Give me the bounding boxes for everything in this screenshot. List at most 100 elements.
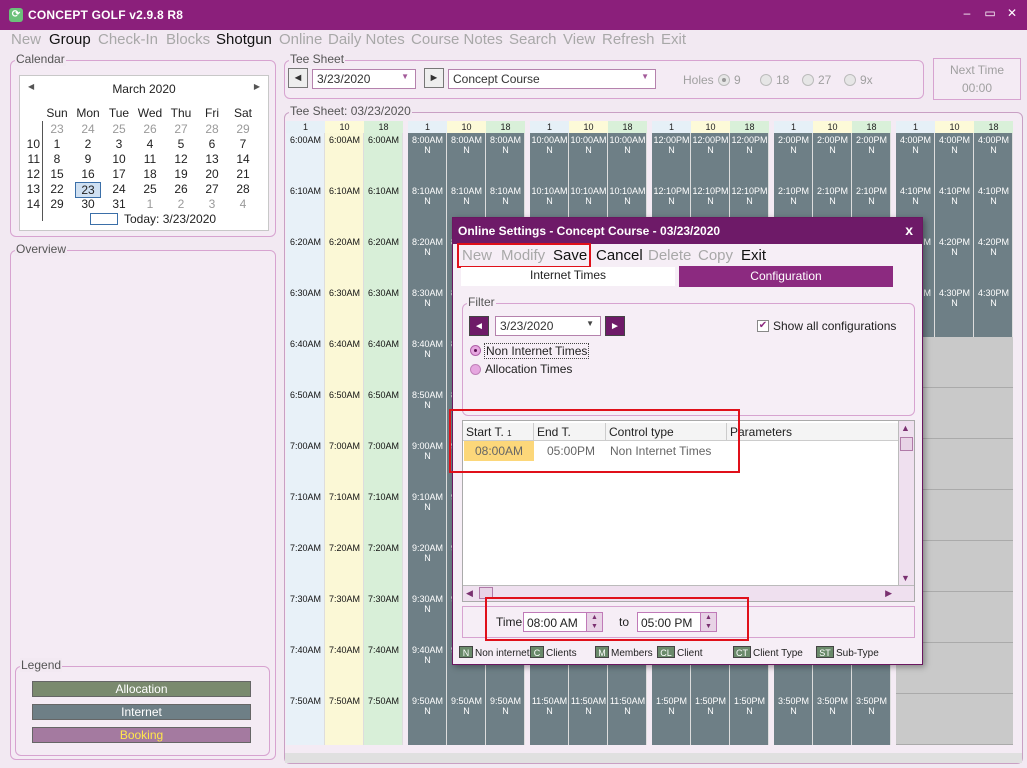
tee-time-slot[interactable]: 6:00AM xyxy=(325,135,364,145)
calendar-day[interactable]: 12 xyxy=(168,152,194,166)
calendar-day[interactable]: 1 xyxy=(137,197,163,211)
calendar-day[interactable]: 1 xyxy=(44,137,70,151)
dialog-copy-button[interactable]: Copy xyxy=(698,247,733,264)
calendar-day[interactable]: 23 xyxy=(44,122,70,136)
tee-time-slot[interactable]: 6:10AM xyxy=(364,186,403,196)
tee-time-slot[interactable]: 9:50AM N xyxy=(447,696,486,716)
calendar-day[interactable]: 25 xyxy=(137,182,163,196)
menu-group[interactable]: Group xyxy=(49,31,91,48)
menu-blocks[interactable]: Blocks xyxy=(166,31,210,48)
tee-time-slot[interactable]: 2:10PM N xyxy=(774,186,813,206)
tee-time-slot[interactable]: 12:10PM N xyxy=(691,186,730,206)
tee-time-slot[interactable]: 10:10AM N xyxy=(608,186,647,206)
tee-time-slot[interactable]: 3:50PM N xyxy=(774,696,813,716)
calendar-day[interactable]: 31 xyxy=(106,197,132,211)
empty-slot[interactable] xyxy=(935,439,974,490)
calendar-day[interactable]: 5 xyxy=(168,137,194,151)
tee-time-slot[interactable]: 6:40AM xyxy=(286,339,325,349)
tee-time-slot[interactable]: 12:00PM N xyxy=(691,135,730,155)
tee-time-slot[interactable]: 7:00AM xyxy=(325,441,364,451)
tee-time-slot[interactable]: 7:10AM xyxy=(325,492,364,502)
tee-time-slot[interactable]: 6:20AM xyxy=(325,237,364,247)
empty-slot[interactable] xyxy=(974,337,1013,388)
calendar-day[interactable]: 28 xyxy=(230,182,256,196)
scroll-thumb[interactable] xyxy=(900,437,913,451)
dialog-delete-button[interactable]: Delete xyxy=(648,247,691,264)
tee-time-slot[interactable]: 9:20AMN xyxy=(408,543,447,563)
tee-time-slot[interactable]: 7:30AM xyxy=(325,594,364,604)
tee-time-slot[interactable]: 9:30AMN xyxy=(408,594,447,614)
tee-time-slot[interactable]: 12:10PM N xyxy=(730,186,769,206)
empty-slot[interactable] xyxy=(974,592,1013,643)
menu-course-notes[interactable]: Course Notes xyxy=(411,31,503,48)
calendar-day[interactable]: 17 xyxy=(106,167,132,181)
calendar-day[interactable]: 25 xyxy=(106,122,132,136)
tee-time-slot[interactable]: 4:10PM N xyxy=(896,186,935,206)
tee-time-slot[interactable]: 2:10PM N xyxy=(852,186,891,206)
tee-time-slot[interactable]: 11:50AM N xyxy=(530,696,569,716)
calendar-day[interactable]: 13 xyxy=(199,152,225,166)
tee-time-slot[interactable]: 4:10PM N xyxy=(935,186,974,206)
tee-time-slot[interactable]: 8:50AMN xyxy=(408,390,447,410)
tee-time-slot[interactable]: 1:50PM N xyxy=(730,696,769,716)
tee-time-slot[interactable]: 2:10PM N xyxy=(813,186,852,206)
calendar-day[interactable]: 6 xyxy=(199,137,225,151)
tee-time-slot[interactable]: 6:40AM xyxy=(364,339,403,349)
menu-new[interactable]: New xyxy=(11,31,41,48)
holes-9x-radio[interactable] xyxy=(844,74,856,86)
calendar-day[interactable]: 26 xyxy=(137,122,163,136)
calendar-day[interactable]: 30 xyxy=(75,197,101,211)
filter-next-day-button[interactable]: ► xyxy=(605,316,625,336)
calendar-day[interactable]: 18 xyxy=(137,167,163,181)
tab-configuration[interactable]: Configuration xyxy=(679,266,893,287)
tee-time-slot[interactable]: 7:10AM xyxy=(286,492,325,502)
holes-9-radio[interactable] xyxy=(718,74,730,86)
grid-vertical-scrollbar[interactable]: ▲ ▼ xyxy=(898,421,914,601)
tee-time-slot[interactable]: 6:10AM xyxy=(325,186,364,196)
tee-time-slot[interactable]: 8:10AM N xyxy=(486,186,525,206)
tee-time-slot[interactable]: 6:30AM xyxy=(325,288,364,298)
tee-time-slot[interactable]: 2:00PM N xyxy=(852,135,891,155)
calendar-day[interactable]: 14 xyxy=(230,152,256,166)
tee-time-slot[interactable]: 6:30AM xyxy=(286,288,325,298)
scroll-up-icon[interactable]: ▲ xyxy=(901,423,910,433)
tee-time-slot[interactable]: 8:00AM N xyxy=(447,135,486,155)
tee-time-slot[interactable]: 4:00PM N xyxy=(974,135,1013,155)
tee-time-slot[interactable]: 8:40AMN xyxy=(408,339,447,359)
calendar-day[interactable]: 15 xyxy=(44,167,70,181)
tee-time-slot[interactable]: 6:50AM xyxy=(325,390,364,400)
tee-time-slot[interactable]: 10:10AM N xyxy=(530,186,569,206)
calendar-day[interactable]: 8 xyxy=(44,152,70,166)
menu-exit[interactable]: Exit xyxy=(661,31,686,48)
tee-time-slot[interactable]: 9:50AM N xyxy=(408,696,447,716)
calendar-day[interactable]: 26 xyxy=(168,182,194,196)
tee-time-slot[interactable]: 4:10PM N xyxy=(974,186,1013,206)
scroll-right-icon[interactable]: ▶ xyxy=(885,588,892,599)
holes-18-radio[interactable] xyxy=(760,74,772,86)
calendar-day[interactable]: 27 xyxy=(168,122,194,136)
tee-time-slot[interactable]: 12:00PM N xyxy=(652,135,691,155)
menu-search[interactable]: Search xyxy=(509,31,557,48)
tee-time-slot[interactable]: 6:00AM xyxy=(286,135,325,145)
today-marker[interactable] xyxy=(90,213,118,225)
tee-time-slot[interactable]: 6:20AM xyxy=(364,237,403,247)
tee-time-slot[interactable]: 2:00PM N xyxy=(774,135,813,155)
calendar-day[interactable]: 21 xyxy=(230,167,256,181)
calendar-day[interactable]: 2 xyxy=(75,137,101,151)
tee-time-slot[interactable]: 7:30AM xyxy=(286,594,325,604)
calendar-day[interactable]: 28 xyxy=(199,122,225,136)
calendar-day[interactable]: 29 xyxy=(230,122,256,136)
calendar-day[interactable]: 27 xyxy=(199,182,225,196)
tee-time-slot[interactable]: 9:40AMN xyxy=(408,645,447,665)
tee-time-slot[interactable]: 9:10AMN xyxy=(408,492,447,512)
maximize-icon[interactable]: ▭ xyxy=(983,6,997,20)
tee-time-slot[interactable]: 10:00AM N xyxy=(530,135,569,155)
tee-time-slot[interactable]: 9:50AM N xyxy=(486,696,525,716)
menu-refresh[interactable]: Refresh xyxy=(602,31,655,48)
tee-time-slot[interactable]: 6:00AM xyxy=(364,135,403,145)
tee-time-slot[interactable]: 4:30PMN xyxy=(974,288,1013,308)
tee-time-slot[interactable]: 3:50PM N xyxy=(813,696,852,716)
empty-slot[interactable] xyxy=(935,592,974,643)
scroll-down-icon[interactable]: ▼ xyxy=(901,573,910,583)
tee-time-slot[interactable]: 4:20PMN xyxy=(974,237,1013,257)
